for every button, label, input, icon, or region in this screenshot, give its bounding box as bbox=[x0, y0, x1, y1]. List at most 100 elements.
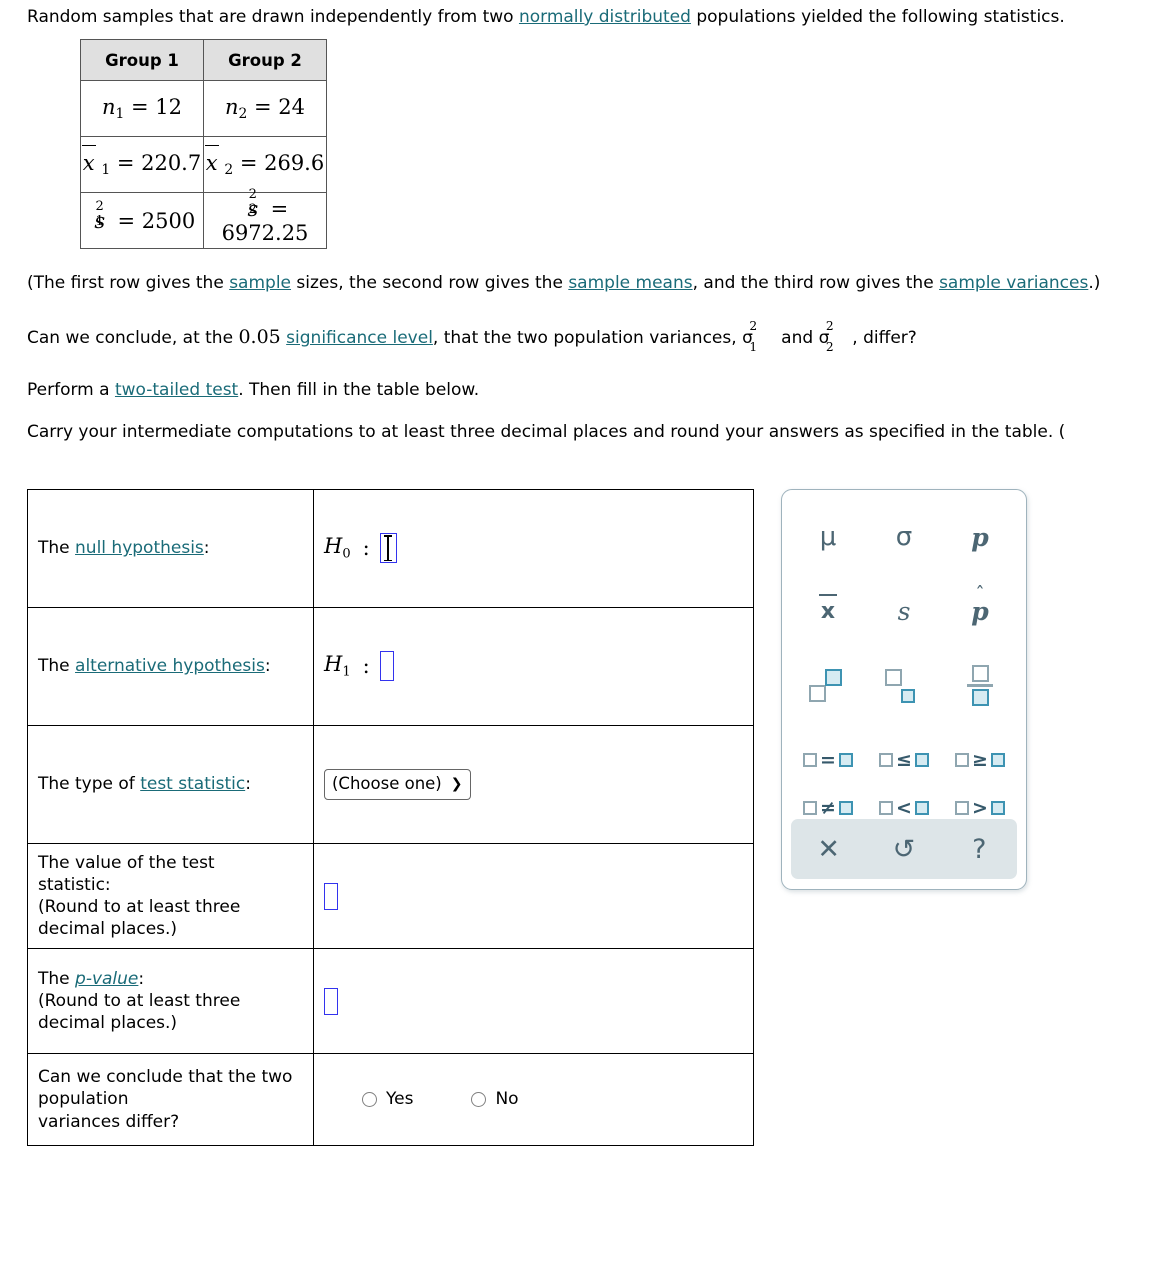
sigma2-squared: σ22 bbox=[819, 319, 853, 353]
x-bar-icon: x bbox=[818, 593, 838, 624]
keypad-key-less-or-equal[interactable]: ≤ bbox=[866, 723, 942, 797]
keypad-key-mu[interactable]: μ bbox=[790, 500, 866, 574]
alt-label-b: : bbox=[264, 656, 271, 677]
sub-n1: 1 bbox=[115, 106, 125, 123]
keypad-key-grid: μ σ p x s ˆp = ≤ ≥ ≠ < > bbox=[790, 500, 1018, 819]
null-hypothesis-input[interactable] bbox=[379, 533, 397, 564]
keypad-key-equals[interactable]: = bbox=[790, 723, 866, 797]
h1-symbol: H1 bbox=[324, 651, 351, 681]
table-row-conclusion: Can we conclude that the two population v… bbox=[27, 1053, 754, 1146]
val-n1: = 12 bbox=[131, 94, 183, 119]
tstat-label-b: : bbox=[245, 774, 251, 795]
valrow-line4: decimal places.) bbox=[38, 919, 178, 940]
close-icon[interactable]: ✕ bbox=[801, 836, 857, 863]
h1-subscript: 1 bbox=[342, 664, 351, 680]
radio-option-no[interactable]: No bbox=[471, 1088, 519, 1110]
sub-n2: 2 bbox=[238, 106, 248, 123]
link-two-tailed-test[interactable]: two-tailed test bbox=[115, 380, 238, 400]
keypad-key-p[interactable]: p bbox=[942, 500, 1018, 574]
tstat-label-a: The type of bbox=[38, 774, 141, 795]
keypad-key-not-equal[interactable]: ≠ bbox=[790, 797, 866, 819]
val-xbar2: = 269.6 bbox=[239, 150, 325, 175]
keypad-key-p-hat[interactable]: ˆp bbox=[942, 574, 1018, 648]
statistics-table: Group 1 Group 2 n1 = 12 n2 = 24 x 1 = 22… bbox=[80, 39, 327, 249]
radio-option-yes[interactable]: Yes bbox=[362, 1088, 413, 1110]
answer-table: The null hypothesis: H0 : The alternativ… bbox=[27, 489, 754, 1146]
alternative-hypothesis-input[interactable] bbox=[379, 651, 394, 682]
keypad-key-x-bar[interactable]: x bbox=[790, 574, 866, 648]
conclude-c: , that the two population variances, bbox=[432, 328, 743, 348]
h0-subscript: 0 bbox=[342, 546, 351, 562]
link-null-hypothesis[interactable]: null hypothesis bbox=[75, 538, 204, 558]
equals-op: = bbox=[820, 748, 836, 771]
leq-op: ≤ bbox=[896, 748, 912, 771]
cell-n2: n2 = 24 bbox=[203, 80, 327, 137]
cell-test-statistic-value-label: The value of the test statistic: (Round to… bbox=[27, 843, 314, 949]
keypad-key-fraction[interactable] bbox=[942, 649, 1018, 723]
val-s1sq: = 2500 bbox=[117, 208, 196, 233]
subscript-icon bbox=[884, 668, 924, 703]
table-row-alternative-hypothesis: The alternative hypothesis: H1 : bbox=[27, 607, 754, 726]
keypad-key-greater-or-equal[interactable]: ≥ bbox=[942, 723, 1018, 797]
h0-symbol: H0 bbox=[324, 533, 351, 563]
link-normally-distributed[interactable]: normally distributed bbox=[519, 7, 691, 27]
sym-xbar2: x bbox=[204, 144, 219, 175]
keypad-key-sigma[interactable]: σ bbox=[866, 500, 942, 574]
link-test-statistic[interactable]: test statistic bbox=[140, 774, 245, 794]
undo-icon[interactable]: ↺ bbox=[876, 836, 932, 863]
sigma-icon: σ bbox=[895, 522, 913, 553]
link-alternative-hypothesis[interactable]: alternative hypothesis bbox=[75, 656, 265, 676]
test-statistic-value-input[interactable] bbox=[324, 882, 338, 910]
less-or-equal-icon: ≤ bbox=[879, 749, 929, 771]
rowdesc-d: .) bbox=[1088, 273, 1101, 293]
neq-op: ≠ bbox=[820, 797, 836, 819]
s2-sup: 2 bbox=[248, 187, 257, 203]
link-sample[interactable]: sample bbox=[229, 273, 291, 293]
link-significance-level[interactable]: significance level bbox=[286, 328, 433, 348]
cell-test-statistic-select: (Choose one) ❯ bbox=[313, 725, 754, 844]
sigma2-sup: 2 bbox=[825, 319, 834, 334]
conclusion-radio-group: Yes No bbox=[324, 1088, 743, 1110]
text-caret bbox=[384, 535, 392, 562]
conclusion-line2: variances differ? bbox=[38, 1111, 180, 1132]
table-row-p-value: The p-value: (Round to at least three deci… bbox=[27, 948, 754, 1054]
conclude-question-paragraph: Can we conclude, at the 0.05 significanc… bbox=[27, 319, 917, 353]
rowdesc-a: (The first row gives the bbox=[27, 273, 230, 293]
keypad-key-subscript[interactable] bbox=[866, 649, 942, 723]
rowdesc-c: , and the third row gives the bbox=[692, 273, 940, 293]
valrow-line1: The value of the test bbox=[38, 852, 215, 873]
link-sample-variances[interactable]: sample variances bbox=[939, 273, 1088, 293]
keypad-key-s[interactable]: s bbox=[866, 574, 942, 648]
sym-n1: n bbox=[101, 94, 116, 119]
header-group-1: Group 1 bbox=[80, 39, 204, 81]
link-p-value[interactable]: p-value bbox=[75, 969, 138, 989]
keypad-key-greater-than[interactable]: > bbox=[942, 797, 1018, 819]
alpha-value: 0.05 bbox=[238, 326, 281, 348]
keypad-key-superscript[interactable] bbox=[790, 649, 866, 723]
cell-n1: n1 = 12 bbox=[80, 80, 204, 137]
sigma1-sup: 2 bbox=[749, 319, 758, 334]
cell-conclusion-radios: Yes No bbox=[313, 1053, 754, 1146]
sub-xbar2: 2 bbox=[224, 162, 234, 179]
conclude-a: Can we conclude, at the bbox=[27, 328, 239, 348]
sigma2-sub: 2 bbox=[825, 339, 834, 354]
perform-test-paragraph: Perform a two-tailed test. Then fill in … bbox=[27, 379, 479, 402]
valrow-line3: (Round to at least three bbox=[38, 897, 241, 917]
table-row-test-statistic-value: The value of the test statistic: (Round to… bbox=[27, 843, 754, 949]
pval-label-a: The bbox=[38, 968, 76, 989]
cell-s2sq: s22 = 6972.25 bbox=[203, 187, 327, 249]
help-icon[interactable]: ? bbox=[951, 836, 1007, 863]
conclusion-line1: Can we conclude that the two population bbox=[38, 1067, 293, 1110]
h0-expression: H0 : bbox=[324, 533, 743, 564]
radio-no-icon bbox=[471, 1092, 487, 1107]
table-row-sample-sizes: n1 = 12 n2 = 24 bbox=[80, 80, 327, 137]
sigma1-squared: σ21 bbox=[742, 319, 776, 353]
math-symbol-keypad: μ σ p x s ˆp = ≤ ≥ ≠ < > ✕ ↺ ? bbox=[781, 489, 1027, 890]
link-sample-means[interactable]: sample means bbox=[568, 273, 692, 293]
p-value-input[interactable] bbox=[324, 987, 338, 1015]
less-than-icon: < bbox=[879, 797, 929, 819]
test-statistic-select[interactable]: (Choose one) ❯ bbox=[324, 769, 472, 800]
conclude-e: , differ? bbox=[852, 328, 917, 348]
cell-null-hypothesis-input: H0 : bbox=[313, 489, 754, 608]
keypad-key-less-than[interactable]: < bbox=[866, 797, 942, 819]
